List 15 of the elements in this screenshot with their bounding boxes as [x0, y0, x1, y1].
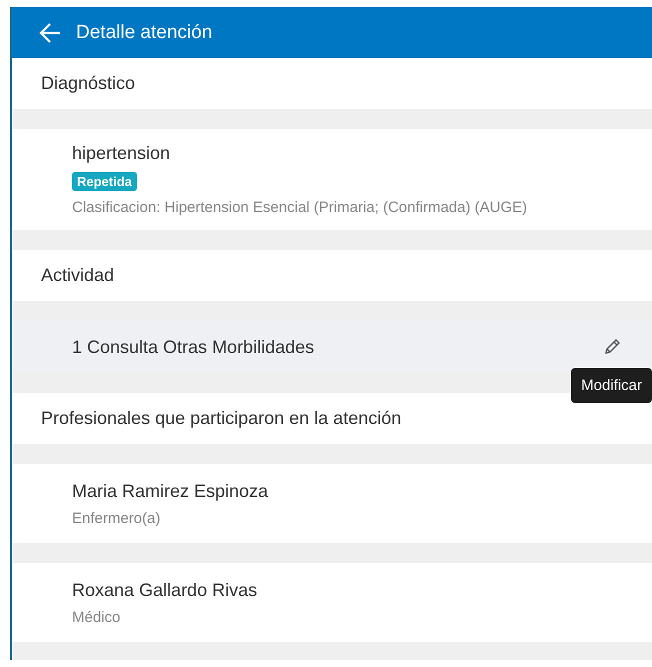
professional-role: Enfermero(a) [72, 510, 162, 526]
professional-role: Médico [72, 608, 122, 626]
back-arrow-icon[interactable] [38, 22, 62, 44]
tooltip: Modificar [571, 368, 652, 403]
section-heading: Diagnóstico [41, 73, 136, 94]
section-heading: Profesionales que participaron en la atención [41, 408, 402, 429]
section-heading: Actividad [41, 265, 114, 286]
status-badge: Repetida [72, 172, 137, 191]
activity-name: 1 Consulta Otras Morbilidades [72, 336, 314, 358]
edit-pencil-icon[interactable] [602, 337, 622, 357]
diagnosis-classification: Clasificacion: Hipertension Esencial (Primaria; (Confirmada) (AUGE) [72, 199, 528, 216]
professional-name: Maria Ramirez Espinoza [72, 480, 270, 502]
diagnosis-name: hipertension [72, 143, 172, 164]
professional-name: Roxana Gallardo Rivas [72, 580, 258, 600]
page-title: Detalle atención [76, 22, 212, 44]
